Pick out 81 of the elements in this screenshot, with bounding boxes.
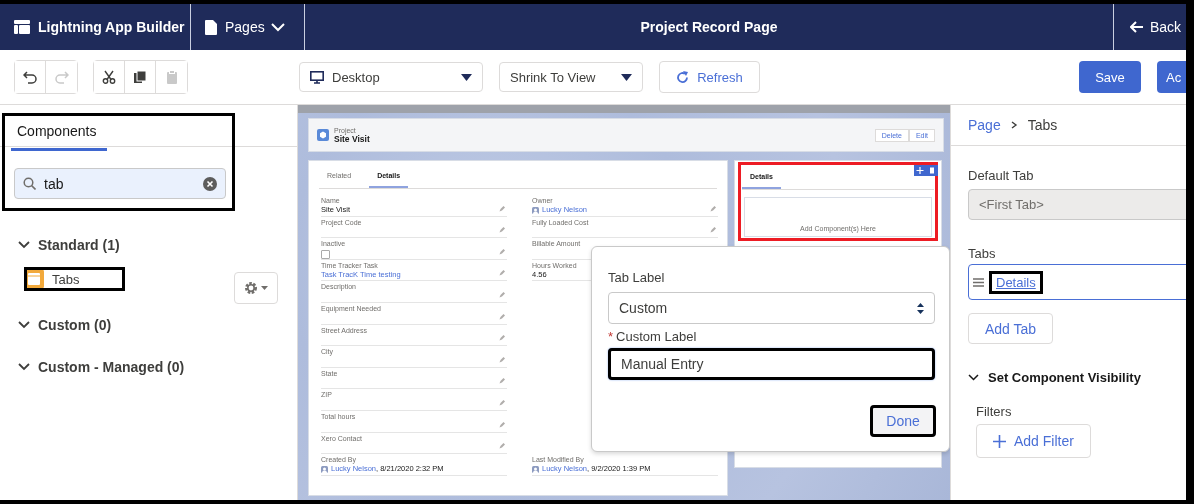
tab-list-item[interactable]: Details bbox=[968, 264, 1186, 300]
refresh-icon bbox=[676, 70, 690, 84]
search-icon bbox=[23, 177, 36, 190]
component-tools-icon bbox=[914, 165, 938, 176]
cut-icon bbox=[102, 70, 116, 84]
pages-menu[interactable]: Pages bbox=[225, 19, 285, 35]
add-filter-button[interactable]: Add Filter bbox=[976, 424, 1091, 458]
pencil-icon bbox=[499, 335, 505, 342]
breadcrumb-link[interactable]: Page bbox=[968, 117, 1001, 133]
custom-label-field[interactable]: Manual Entry bbox=[608, 348, 935, 380]
pencil-icon bbox=[710, 227, 716, 234]
drag-handle-icon bbox=[973, 277, 984, 287]
section-header[interactable]: Standard (1) bbox=[18, 237, 120, 253]
done-button[interactable]: Done bbox=[870, 405, 936, 437]
paste-icon bbox=[164, 70, 179, 84]
chevron-down-icon bbox=[18, 319, 30, 331]
plus-icon bbox=[993, 434, 1006, 448]
search-field[interactable]: tab bbox=[14, 168, 226, 199]
record-icon bbox=[317, 129, 329, 141]
pencil-icon bbox=[499, 378, 505, 385]
caret-down-icon bbox=[261, 286, 268, 290]
record-name: Site Visit bbox=[334, 133, 370, 144]
clear-icon bbox=[203, 176, 217, 191]
pencil-icon bbox=[499, 313, 505, 320]
device-dropdown[interactable]: Desktop bbox=[299, 62, 483, 92]
refresh-button[interactable]: Refresh bbox=[659, 61, 760, 93]
tab-label-select[interactable]: Custom bbox=[608, 292, 935, 324]
back-arrow-icon bbox=[1130, 21, 1144, 33]
redo-icon bbox=[54, 70, 69, 84]
monitor-icon bbox=[310, 70, 324, 84]
zoom-dropdown[interactable]: Shrink To View bbox=[499, 62, 643, 92]
pencil-icon bbox=[499, 443, 505, 450]
required-mark: * bbox=[608, 329, 614, 345]
avatar-icon bbox=[321, 465, 328, 473]
section-header[interactable]: Set Component Visibility bbox=[968, 370, 1141, 385]
component-item[interactable]: Tabs bbox=[24, 267, 125, 291]
caret-down-icon bbox=[621, 73, 632, 81]
chevron-down-icon bbox=[18, 361, 30, 373]
field-label: Custom Label bbox=[616, 329, 697, 345]
avatar-icon bbox=[532, 206, 539, 214]
save-button[interactable]: Save bbox=[1079, 61, 1141, 93]
pencil-icon bbox=[499, 205, 505, 212]
pencil-icon bbox=[499, 227, 505, 234]
sort-arrows-icon bbox=[917, 302, 924, 314]
pencil-icon bbox=[499, 356, 505, 363]
field-label: Tab Label bbox=[608, 270, 666, 286]
chevron-right-icon bbox=[1010, 121, 1018, 129]
app-icon bbox=[14, 19, 30, 35]
copy-icon bbox=[133, 70, 147, 84]
page-icon bbox=[205, 19, 217, 35]
checkbox[interactable] bbox=[321, 250, 330, 259]
pencil-icon bbox=[499, 270, 505, 277]
chevron-down-icon bbox=[270, 22, 285, 32]
add-tab-button[interactable]: Add Tab bbox=[968, 313, 1054, 344]
tab-link[interactable]: Details bbox=[989, 270, 1043, 294]
settings-icon bbox=[244, 281, 258, 295]
cut-button[interactable] bbox=[94, 61, 125, 93]
back-button[interactable]: Back bbox=[1113, 4, 1186, 50]
page-title: Project Record Page bbox=[639, 19, 779, 35]
breadcrumb-current: Tabs bbox=[1027, 117, 1058, 133]
section-header[interactable]: Custom (0) bbox=[18, 317, 112, 333]
field-label: Filters bbox=[976, 404, 1013, 419]
pencil-icon bbox=[710, 205, 716, 212]
pencil-icon bbox=[499, 421, 505, 428]
undo-button[interactable] bbox=[15, 61, 46, 93]
chevron-down-icon bbox=[968, 372, 979, 383]
caret-down-icon bbox=[461, 73, 472, 81]
pencil-icon bbox=[499, 399, 505, 406]
app-title: Lightning App Builder bbox=[38, 19, 185, 35]
chevron-down-icon bbox=[18, 239, 30, 251]
components-tab[interactable]: Components bbox=[11, 116, 107, 151]
settings-button[interactable] bbox=[234, 272, 278, 304]
pencil-icon bbox=[499, 248, 505, 255]
pencil-icon bbox=[499, 291, 505, 298]
undo-icon bbox=[23, 70, 37, 84]
activate-button[interactable]: Ac bbox=[1157, 61, 1186, 93]
section-header[interactable]: Custom - Managed (0) bbox=[18, 359, 185, 375]
tabs-component-icon bbox=[24, 269, 44, 289]
avatar-icon bbox=[532, 465, 539, 473]
field-label: Tabs bbox=[968, 246, 997, 261]
field-label: Default Tab bbox=[968, 168, 1035, 183]
